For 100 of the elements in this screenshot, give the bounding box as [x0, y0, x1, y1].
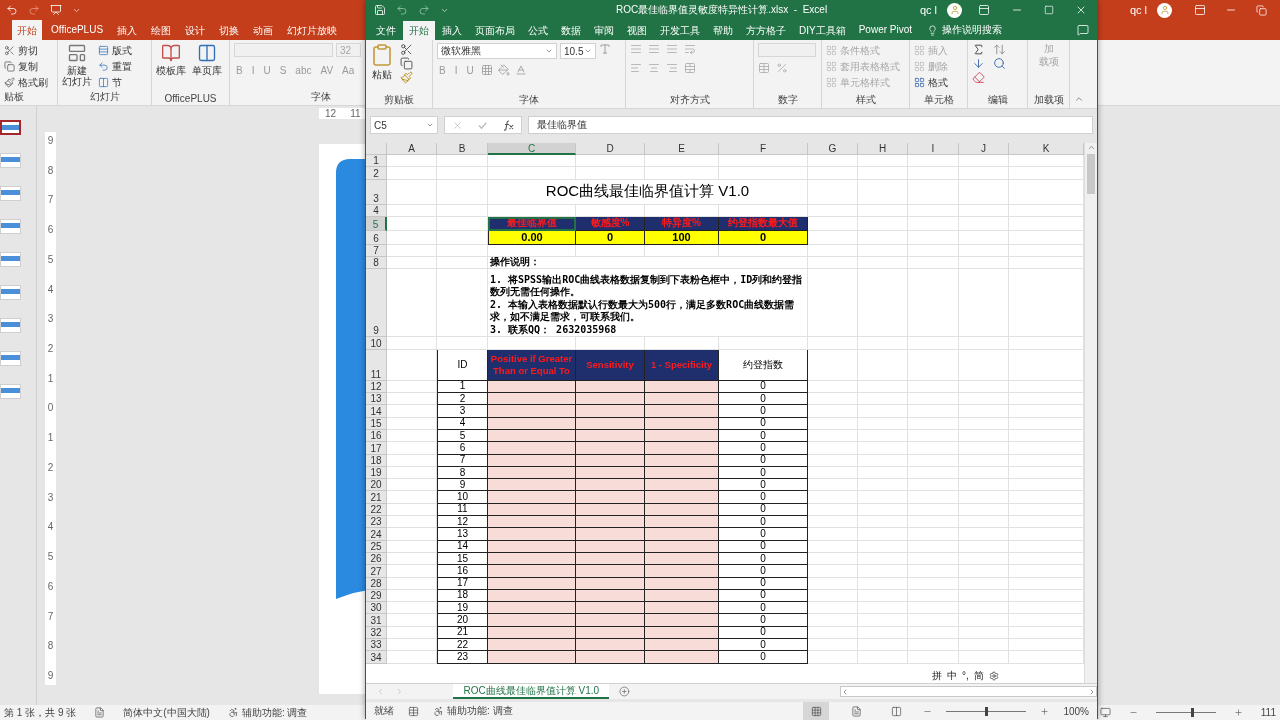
ribbon-tab[interactable]: 动画	[248, 20, 279, 40]
name-box[interactable]: C5	[370, 116, 438, 134]
grow-font-icon[interactable]	[599, 43, 611, 55]
ribbon-tab[interactable]: 数据	[555, 21, 587, 40]
paste-button[interactable]: 粘贴	[370, 43, 394, 80]
row-header[interactable]: 30	[366, 602, 387, 615]
wrap-text-icon[interactable]	[684, 43, 696, 55]
input-cell[interactable]	[645, 491, 719, 504]
align-center-icon[interactable]	[648, 62, 660, 74]
ribbon-button[interactable]: 节	[98, 75, 132, 90]
row-header[interactable]: 10	[366, 337, 387, 350]
ribbon-tab[interactable]: 文件	[370, 21, 402, 40]
cancel-icon[interactable]	[452, 119, 463, 131]
font-name-field[interactable]	[234, 43, 334, 57]
sheet-tab[interactable]: ROC曲线最佳临界值计算 V1.0	[453, 684, 610, 699]
avatar[interactable]	[1157, 2, 1172, 18]
row-header[interactable]: 27	[366, 565, 387, 578]
input-cell[interactable]	[576, 528, 645, 541]
font-size-field[interactable]: 10.5	[560, 43, 596, 59]
restore-icon[interactable]	[1256, 4, 1267, 16]
align-top-icon[interactable]	[630, 43, 642, 55]
ribbon-button[interactable]: 重置	[98, 59, 132, 74]
row-header[interactable]: 3	[366, 179, 387, 205]
input-cell[interactable]	[645, 639, 719, 652]
input-cell[interactable]	[488, 442, 576, 455]
column-header[interactable]: H	[858, 143, 908, 155]
add-sheet-icon[interactable]	[619, 686, 630, 697]
library-button[interactable]: 模板库	[156, 43, 186, 76]
slideshow-view-icon[interactable]	[1099, 707, 1111, 718]
input-cell[interactable]	[488, 639, 576, 652]
input-cell[interactable]	[645, 479, 719, 492]
input-cell[interactable]	[576, 602, 645, 615]
save-icon[interactable]	[374, 4, 386, 16]
border-icon[interactable]	[480, 64, 493, 76]
fill-icon[interactable]	[972, 57, 985, 70]
settings-icon[interactable]	[988, 671, 999, 681]
redo-icon[interactable]	[418, 4, 430, 16]
ribbon-tab[interactable]: 绘图	[146, 20, 177, 40]
zoom-slider-thumb[interactable]	[1190, 708, 1194, 717]
row-header[interactable]: 21	[366, 491, 387, 504]
zoom-in-icon[interactable]	[1040, 706, 1050, 716]
new-slide-button[interactable]: 新建 幻灯片	[62, 43, 92, 87]
scroll-thumb[interactable]	[1087, 154, 1095, 194]
input-cell[interactable]	[645, 614, 719, 627]
input-cell[interactable]	[645, 442, 719, 455]
cut-icon[interactable]	[400, 43, 413, 56]
ribbon-tab[interactable]: 插入	[112, 20, 143, 40]
input-cell[interactable]	[488, 614, 576, 627]
ribbon-display-icon[interactable]	[1194, 4, 1206, 16]
select-all-corner[interactable]	[366, 143, 387, 155]
ribbon-tab[interactable]: OfficePLUS	[46, 20, 109, 40]
macro-icon[interactable]	[408, 705, 419, 717]
input-cell[interactable]	[488, 565, 576, 578]
slide-thumbnail[interactable]	[0, 120, 21, 135]
row-header[interactable]: 17	[366, 442, 387, 455]
input-cell[interactable]	[576, 479, 645, 492]
row-header[interactable]: 31	[366, 614, 387, 627]
close-icon[interactable]	[1075, 4, 1087, 16]
notes-icon[interactable]	[94, 707, 106, 718]
row-header[interactable]: 11	[366, 349, 387, 381]
input-cell[interactable]	[645, 565, 719, 578]
ime-key[interactable]: °,	[962, 670, 969, 682]
input-cell[interactable]	[645, 393, 719, 406]
ribbon-button[interactable]: 格式	[914, 75, 963, 90]
ribbon-tab[interactable]: 帮助	[707, 21, 739, 40]
comment-icon[interactable]	[1077, 24, 1089, 36]
ribbon-button[interactable]: 剪切	[4, 43, 53, 58]
row-header[interactable]: 13	[366, 393, 387, 406]
align-bottom-icon[interactable]	[666, 43, 678, 55]
user-name[interactable]: qc l	[919, 4, 937, 16]
zoom-level[interactable]: 100%	[1063, 705, 1089, 717]
align-middle-icon[interactable]	[648, 43, 660, 55]
input-cell[interactable]	[576, 639, 645, 652]
undo-icon[interactable]	[6, 4, 18, 16]
align-left-icon[interactable]	[630, 62, 642, 74]
row-header[interactable]: 24	[366, 528, 387, 541]
input-cell[interactable]	[488, 479, 576, 492]
copy-icon[interactable]	[400, 57, 413, 70]
input-cell[interactable]	[488, 393, 576, 406]
align-right-icon[interactable]	[666, 62, 678, 74]
undo-icon[interactable]	[396, 4, 408, 16]
zoom-level[interactable]: 111	[1260, 707, 1276, 718]
input-cell[interactable]	[645, 528, 719, 541]
column-header[interactable]: E	[645, 143, 719, 155]
ribbon-tab[interactable]: 开始	[403, 21, 435, 40]
input-cell[interactable]	[576, 565, 645, 578]
column-header[interactable]: K	[1009, 143, 1084, 155]
ribbon-tab[interactable]: 切换	[214, 20, 245, 40]
column-header[interactable]: G	[808, 143, 858, 155]
input-cell[interactable]	[576, 393, 645, 406]
input-cell[interactable]	[488, 405, 576, 418]
column-header[interactable]: B	[437, 143, 488, 155]
input-cell[interactable]	[488, 602, 576, 615]
vertical-scrollbar[interactable]	[1084, 143, 1097, 683]
library-button[interactable]: 单页库	[192, 43, 222, 76]
input-cell[interactable]	[576, 614, 645, 627]
scroll-up-icon[interactable]	[1086, 143, 1096, 152]
column-header[interactable]: I	[908, 143, 959, 155]
merge-icon[interactable]	[684, 62, 696, 74]
scroll-right-icon[interactable]	[1088, 687, 1096, 696]
